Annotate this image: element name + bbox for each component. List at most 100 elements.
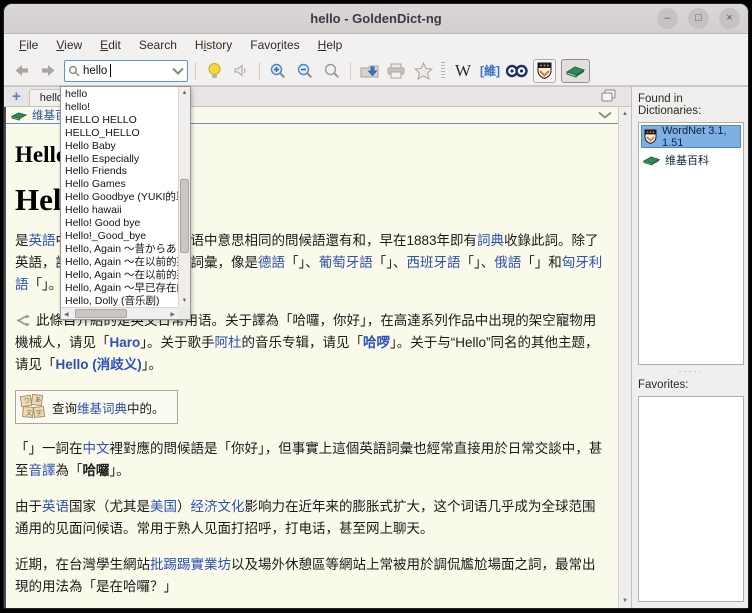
article-link[interactable]: 批踢踢實業坊: [150, 557, 231, 572]
suggestion-item[interactable]: HELLO_HELLO: [61, 127, 178, 140]
article-link[interactable]: 中文: [83, 441, 110, 456]
text-segment: 」。关于歌手: [140, 335, 214, 350]
search-suggestions-dropdown: hellohello!HELLO HELLOHELLO_HELLOHello B…: [60, 86, 191, 320]
dict-wikipedia-en-button[interactable]: W: [452, 59, 474, 83]
suggestion-item[interactable]: Hello!_Good_bye: [61, 230, 178, 243]
close-button[interactable]: ×: [719, 8, 740, 29]
pronounce-button[interactable]: [230, 59, 252, 83]
zoom-in-button[interactable]: [267, 59, 289, 83]
suggestion-item[interactable]: HELLO HELLO: [61, 114, 178, 127]
article-link[interactable]: Hello (消歧义): [56, 357, 142, 372]
suggestion-item[interactable]: hello: [61, 88, 178, 101]
suggestion-item[interactable]: hello!: [61, 101, 178, 114]
suggestion-item[interactable]: Hello hawaii: [61, 204, 178, 217]
text-segment: 的音乐专辑，请见「: [242, 335, 364, 350]
green-book-icon: [11, 110, 27, 121]
suggestion-item[interactable]: Hello Games: [61, 178, 178, 191]
favorites-list[interactable]: [638, 396, 744, 602]
menu-item[interactable]: History: [186, 36, 241, 54]
menu-item[interactable]: View: [47, 36, 91, 54]
article-link[interactable]: 英語: [29, 233, 56, 248]
wikipedia-w-icon: W: [455, 61, 471, 81]
title-bar[interactable]: hello - GoldenDict-ng – □ ×: [4, 4, 748, 34]
add-favorite-button[interactable]: [412, 59, 434, 83]
panel-splitter[interactable]: ·····: [638, 365, 744, 377]
scrollbar-thumb[interactable]: [75, 309, 127, 318]
collapse-article-chevron-icon[interactable]: [598, 111, 612, 119]
suggestion-item[interactable]: Hello, Dolly (音乐剧): [61, 295, 178, 308]
suggestion-item[interactable]: Hello, Again ～在以前的某個地方～: [61, 269, 178, 282]
text-segment: 哈囉: [83, 463, 110, 478]
menu-item[interactable]: File: [10, 36, 47, 54]
article-link[interactable]: 哈啰: [363, 335, 390, 350]
dict-wikibaike-toggle[interactable]: [561, 59, 590, 83]
found-dictionaries-list: WordNet 3.1, 1.51 维基百科: [638, 122, 744, 365]
suggestion-item[interactable]: Hello Goodbye (YUKI的單曲): [61, 191, 178, 204]
scroll-up-icon[interactable]: ▲: [179, 90, 190, 96]
article-link[interactable]: 美国: [150, 499, 177, 514]
article-link[interactable]: 英语: [42, 499, 69, 514]
scroll-down-icon[interactable]: ▼: [619, 598, 631, 604]
menu-item[interactable]: Edit: [91, 36, 130, 54]
scroll-up-icon[interactable]: ▲: [619, 111, 631, 117]
maximize-button[interactable]: □: [688, 8, 709, 29]
suggestion-item[interactable]: Hello, Again ～在以前的某個地方～: [61, 256, 178, 269]
forward-button[interactable]: [37, 59, 59, 83]
goggles-icon: [506, 64, 528, 78]
article-link[interactable]: 阿杜: [215, 335, 242, 350]
menu-item[interactable]: Help: [309, 36, 352, 54]
zoom-out-button[interactable]: [294, 59, 316, 83]
back-button[interactable]: [10, 59, 32, 83]
star-icon: [414, 62, 433, 80]
article-link[interactable]: 德語: [258, 255, 285, 270]
zoom-reset-icon: [324, 63, 340, 79]
text-segment: ）: [177, 499, 191, 514]
article-scrollbar[interactable]: ▲ ▼: [618, 107, 631, 608]
save-icon: [360, 63, 379, 79]
article-link[interactable]: Haro: [110, 335, 141, 350]
scroll-left-icon[interactable]: ◀: [64, 311, 69, 318]
text-caret: [110, 64, 111, 77]
dict-goggles-button[interactable]: [506, 59, 528, 83]
scan-popup-button[interactable]: [203, 59, 225, 83]
dictionary-item-wordnet[interactable]: WordNet 3.1, 1.51: [641, 125, 741, 148]
paragraph-global-usage: 由于英语国家（尤其是美国）经济文化影响力在近年来的膨胀式扩大，这个词语几乎成为全…: [15, 496, 604, 540]
toolbar: hello: [4, 56, 748, 86]
menu-item[interactable]: Favorites: [241, 36, 308, 54]
print-button[interactable]: [385, 59, 407, 83]
article-link[interactable]: 詞典: [477, 233, 504, 248]
scroll-down-icon[interactable]: ▼: [179, 298, 190, 304]
article-link[interactable]: 维基词典: [77, 402, 127, 416]
dropdown-horizontal-scrollbar[interactable]: ◀ ▶: [61, 307, 178, 319]
new-tab-button[interactable]: +: [8, 88, 29, 106]
suggestion-item[interactable]: Hello! Good bye: [61, 217, 178, 230]
scrollbar-thumb[interactable]: [180, 179, 189, 253]
article-link[interactable]: 经济文化: [191, 499, 245, 514]
scroll-right-icon[interactable]: ▶: [170, 311, 175, 318]
article-link[interactable]: 西班牙語: [407, 255, 461, 270]
found-in-dictionaries-label: Found in Dictionaries:: [638, 93, 744, 117]
menu-item[interactable]: Search: [130, 36, 186, 54]
search-input[interactable]: hello: [64, 60, 188, 82]
app-window: hello - GoldenDict-ng – □ × FileViewEdit…: [3, 3, 749, 609]
zoom-reset-button[interactable]: [321, 59, 343, 83]
minimize-button[interactable]: –: [657, 8, 678, 29]
suggestion-item[interactable]: Hello, Again ～早已存在的地方～: [61, 282, 178, 295]
suggestion-item[interactable]: Hello, Again ～昔からある場所～: [61, 243, 178, 256]
expand-articles-button[interactable]: [601, 89, 617, 103]
suggestion-item[interactable]: Hello Friends: [61, 165, 178, 178]
suggestion-item[interactable]: Hello Baby: [61, 140, 178, 153]
article-link[interactable]: 俄語: [494, 255, 521, 270]
text-segment: 」。: [110, 463, 130, 478]
chevron-down-icon[interactable]: [172, 67, 184, 75]
suggestion-item[interactable]: Hello Especially: [61, 153, 178, 166]
dict-wikipedia-cn-button[interactable]: [維]: [479, 59, 501, 83]
dropdown-vertical-scrollbar[interactable]: ▲ ▼: [178, 87, 190, 307]
wordnet-shield-icon: [644, 129, 657, 144]
dict-wordnet-toggle[interactable]: [533, 59, 556, 83]
article-link[interactable]: 音譯: [29, 463, 56, 478]
save-article-button[interactable]: [358, 59, 380, 83]
text-segment: 「」、: [373, 255, 407, 270]
dictionary-item-wikibaike[interactable]: 维基百科: [641, 148, 741, 171]
article-link[interactable]: 葡萄牙語: [319, 255, 373, 270]
